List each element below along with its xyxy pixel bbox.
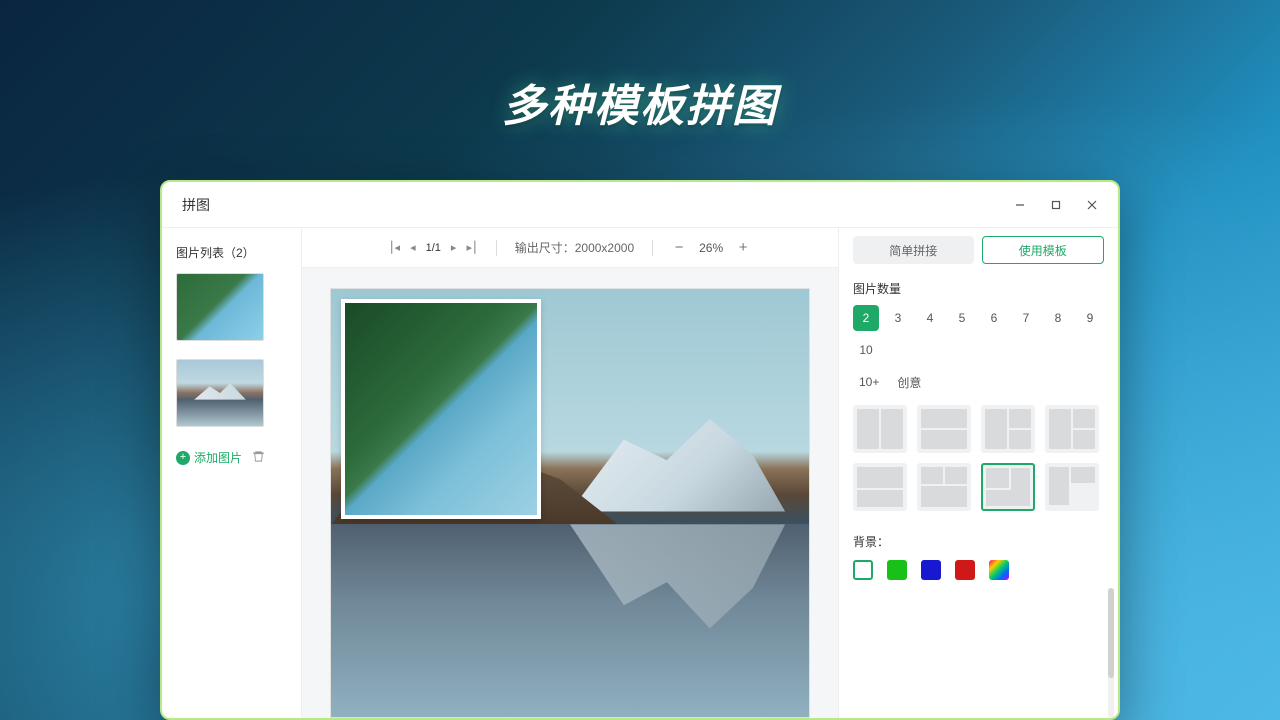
count-option-creative[interactable]: 创意	[891, 369, 927, 395]
count-option[interactable]: 8	[1045, 305, 1071, 331]
output-label: 输出尺寸：	[515, 241, 575, 255]
close-button[interactable]	[1078, 191, 1106, 219]
add-row: + 添加图片	[176, 449, 287, 466]
image-count-row-2: 10+ 创意	[853, 369, 1104, 395]
hero-title: 多种模板拼图	[502, 70, 778, 134]
image-list-title: 图片列表（2）	[176, 244, 287, 261]
separator	[652, 240, 653, 256]
last-page-button[interactable]: ▸⎮	[466, 241, 477, 254]
thumbnail-item[interactable]	[176, 273, 264, 341]
left-panel: 图片列表（2） + 添加图片	[162, 228, 302, 718]
image-count-label: 图片数量	[853, 280, 1104, 297]
zoom-controls: − 26% +	[671, 239, 751, 256]
count-option[interactable]: 2	[853, 305, 879, 331]
minimize-button[interactable]	[1006, 191, 1034, 219]
app-window: 拼图 图片列表（2） + 添加图片	[160, 180, 1120, 720]
thumbnail-item[interactable]	[176, 359, 264, 427]
bg-swatch-blue[interactable]	[921, 560, 941, 580]
plus-icon: +	[176, 451, 190, 465]
count-option[interactable]: 9	[1077, 305, 1103, 331]
prev-page-button[interactable]: ◂	[410, 241, 416, 254]
thumbnail-list	[176, 273, 287, 427]
template-option-selected[interactable]	[981, 463, 1035, 511]
window-title: 拼图	[182, 195, 210, 215]
zoom-in-button[interactable]: +	[735, 239, 751, 256]
bg-swatch-red[interactable]	[955, 560, 975, 580]
output-size: 输出尺寸：2000x2000	[515, 239, 634, 256]
mode-tabs: 简单拼接 使用模板	[853, 228, 1104, 272]
canvas-area	[302, 268, 838, 718]
bg-swatch-green[interactable]	[887, 560, 907, 580]
count-option[interactable]: 4	[917, 305, 943, 331]
separator	[496, 240, 497, 256]
template-option[interactable]	[853, 463, 907, 511]
scrollbar-thumb[interactable]	[1108, 588, 1114, 678]
bg-swatch-white[interactable]	[853, 560, 873, 580]
maximize-button[interactable]	[1042, 191, 1070, 219]
template-option[interactable]	[1045, 405, 1099, 453]
background-label: 背景：	[853, 533, 1104, 550]
toolbar: ⎮◂ ◂ 1/1 ▸ ▸⎮ 输出尺寸：2000x2000 − 26% +	[302, 228, 838, 268]
template-option[interactable]	[853, 405, 907, 453]
output-value: 2000x2000	[575, 241, 634, 255]
count-option[interactable]: 6	[981, 305, 1007, 331]
add-image-label: 添加图片	[194, 449, 242, 466]
canvas-inset-image[interactable]	[341, 299, 541, 519]
first-page-button[interactable]: ⎮◂	[389, 241, 400, 254]
template-option[interactable]	[917, 405, 971, 453]
zoom-out-button[interactable]: −	[671, 239, 687, 256]
right-panel: 简单拼接 使用模板 图片数量 2 3 4 5 6 7 8 9 10 10+ 创意	[838, 228, 1118, 718]
count-option[interactable]: 10+	[853, 369, 885, 395]
tab-template[interactable]: 使用模板	[982, 236, 1105, 264]
collage-canvas[interactable]	[330, 288, 810, 718]
scrollbar[interactable]	[1108, 588, 1114, 718]
canvas-reflection	[331, 524, 809, 717]
tab-simple[interactable]: 简单拼接	[853, 236, 974, 264]
count-option[interactable]: 5	[949, 305, 975, 331]
bg-swatch-custom[interactable]	[989, 560, 1009, 580]
template-option[interactable]	[1045, 463, 1099, 511]
trash-icon[interactable]	[252, 450, 265, 466]
template-option[interactable]	[917, 463, 971, 511]
count-option[interactable]: 10	[853, 337, 879, 363]
template-option[interactable]	[981, 405, 1035, 453]
next-page-button[interactable]: ▸	[451, 241, 457, 254]
center-panel: ⎮◂ ◂ 1/1 ▸ ▸⎮ 输出尺寸：2000x2000 − 26% +	[302, 228, 838, 718]
titlebar: 拼图	[162, 182, 1118, 228]
page-nav: ⎮◂ ◂ 1/1 ▸ ▸⎮	[389, 241, 478, 254]
content: 图片列表（2） + 添加图片 ⎮◂ ◂ 1/1	[162, 228, 1118, 718]
zoom-value: 26%	[699, 241, 723, 255]
image-count-row: 2 3 4 5 6 7 8 9 10	[853, 305, 1104, 363]
background-swatches	[853, 560, 1104, 580]
count-option[interactable]: 3	[885, 305, 911, 331]
template-grid	[853, 405, 1104, 511]
add-image-button[interactable]: + 添加图片	[176, 449, 242, 466]
window-controls	[1006, 191, 1106, 219]
page-indicator: 1/1	[426, 242, 441, 254]
count-option[interactable]: 7	[1013, 305, 1039, 331]
